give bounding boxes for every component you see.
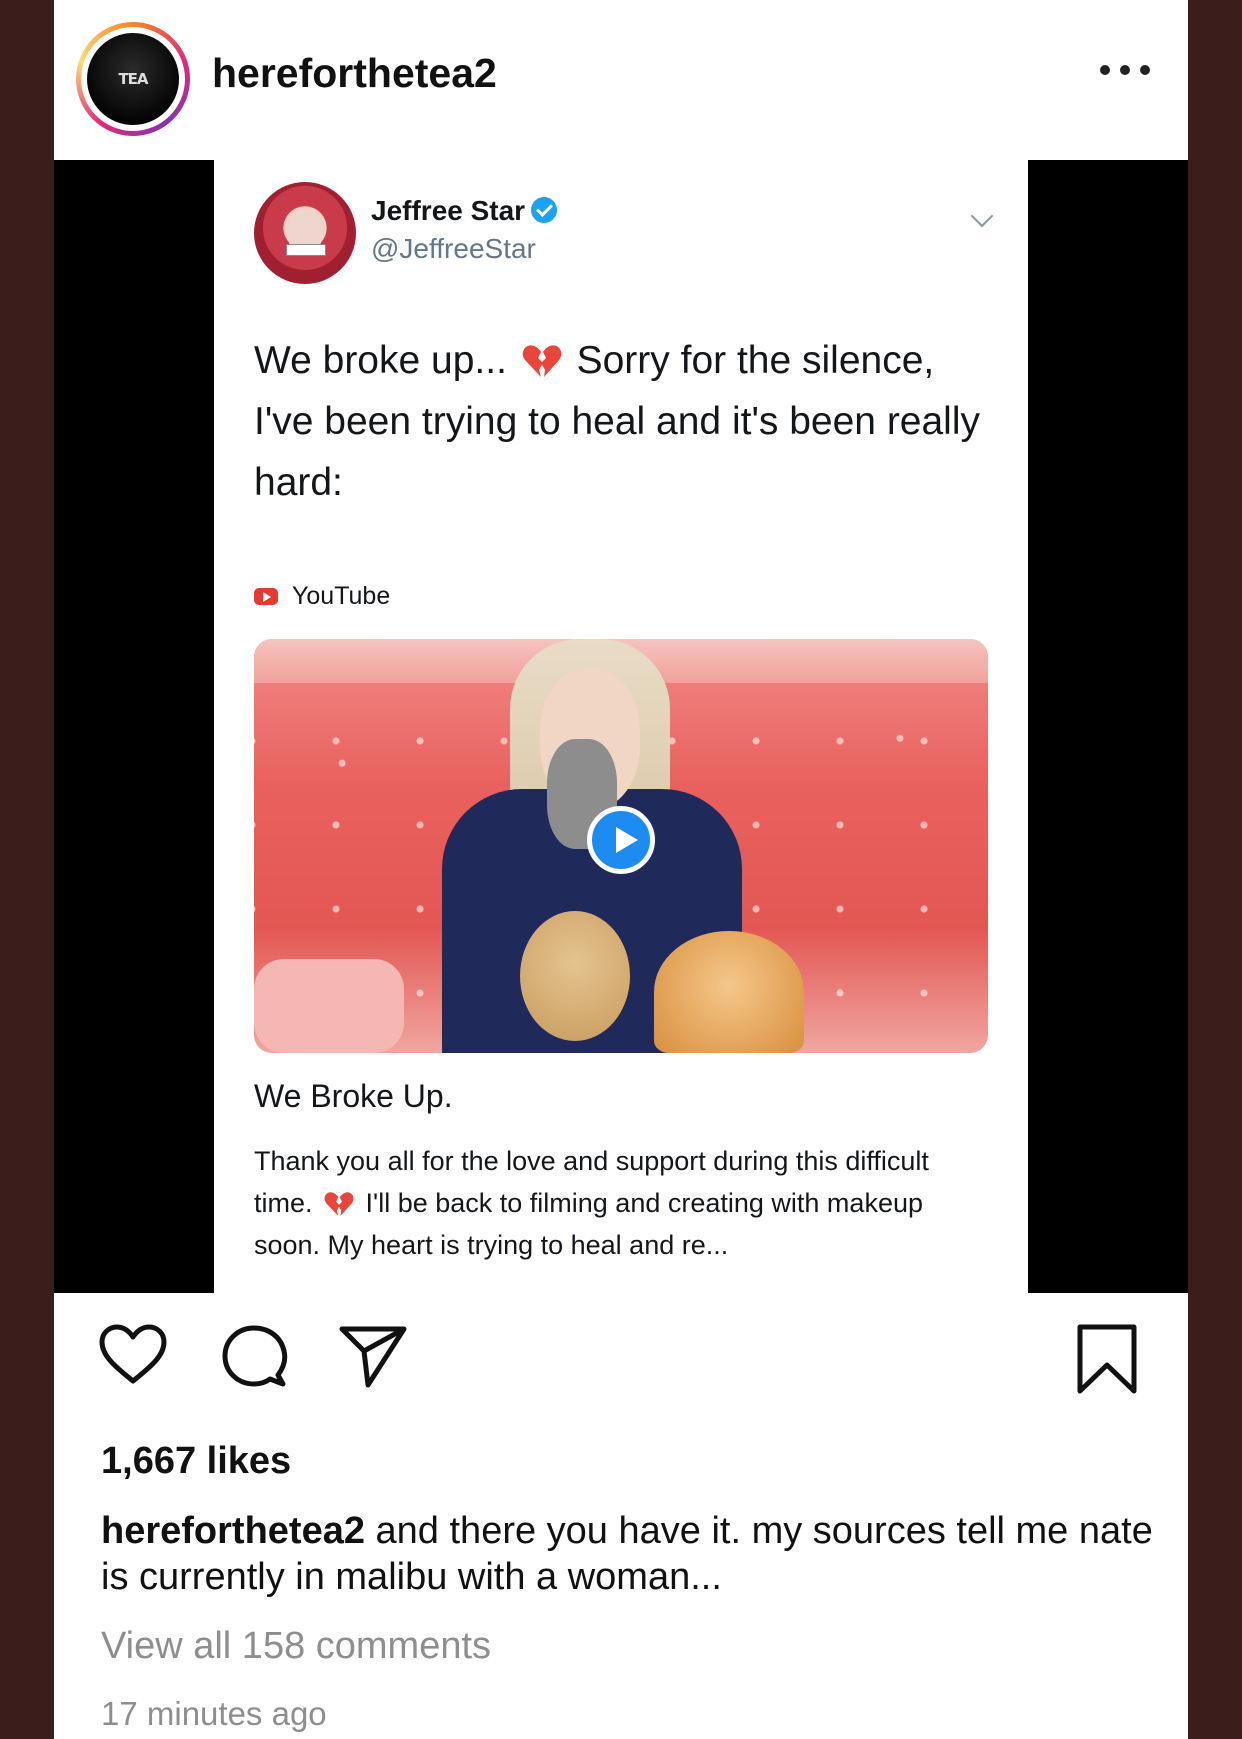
profile-avatar[interactable]: TEA: [76, 22, 190, 136]
share-icon[interactable]: [338, 1323, 408, 1389]
dog-image: [654, 931, 804, 1053]
view-comments-link[interactable]: View all 158 comments: [101, 1625, 491, 1668]
comment-icon[interactable]: [220, 1323, 288, 1391]
avatar-label: TEA: [87, 33, 179, 125]
video-thumbnail[interactable]: [254, 639, 988, 1053]
post-header: TEA hereforthetea2: [54, 0, 1188, 160]
chevron-down-icon: [970, 204, 994, 228]
video-title: We Broke Up.: [254, 1078, 453, 1114]
broken-heart-icon: [522, 345, 562, 377]
tweet-author-handle: @JeffreeStar: [371, 233, 536, 264]
tweet-text: We broke up... Sorry for the silence, I'…: [254, 339, 981, 504]
more-horizontal-icon[interactable]: [1100, 60, 1150, 80]
post-media[interactable]: Jeffree Star @JeffreeStar We broke up...…: [54, 160, 1188, 1293]
heart-icon[interactable]: [98, 1323, 168, 1387]
tweet-screenshot: Jeffree Star @JeffreeStar We broke up...…: [214, 160, 1028, 1293]
likes-count[interactable]: 1,667 likes: [101, 1440, 291, 1483]
instagram-post: TEA hereforthetea2 Jeffree Star @Jeffree…: [54, 0, 1188, 1739]
youtube-icon: [254, 588, 278, 605]
caption-username[interactable]: hereforthetea2: [101, 1510, 365, 1552]
video-description: Thank you all for the love and support d…: [254, 1146, 929, 1260]
post-actions: [54, 1293, 1188, 1423]
post-timestamp: 17 minutes ago: [101, 1695, 327, 1732]
tweet-author-avatar: [254, 182, 356, 284]
verified-badge-icon: [531, 197, 558, 223]
post-caption: hereforthetea2 and there you have it. my…: [101, 1508, 1161, 1600]
play-icon[interactable]: [587, 806, 655, 874]
teddy-bear-image: [520, 911, 630, 1041]
tweet-author-name: Jeffree Star: [371, 195, 558, 227]
broken-heart-icon: [324, 1192, 354, 1216]
post-username[interactable]: hereforthetea2: [212, 50, 497, 97]
bookmark-icon[interactable]: [1076, 1323, 1138, 1395]
link-source: YouTube: [254, 582, 390, 611]
